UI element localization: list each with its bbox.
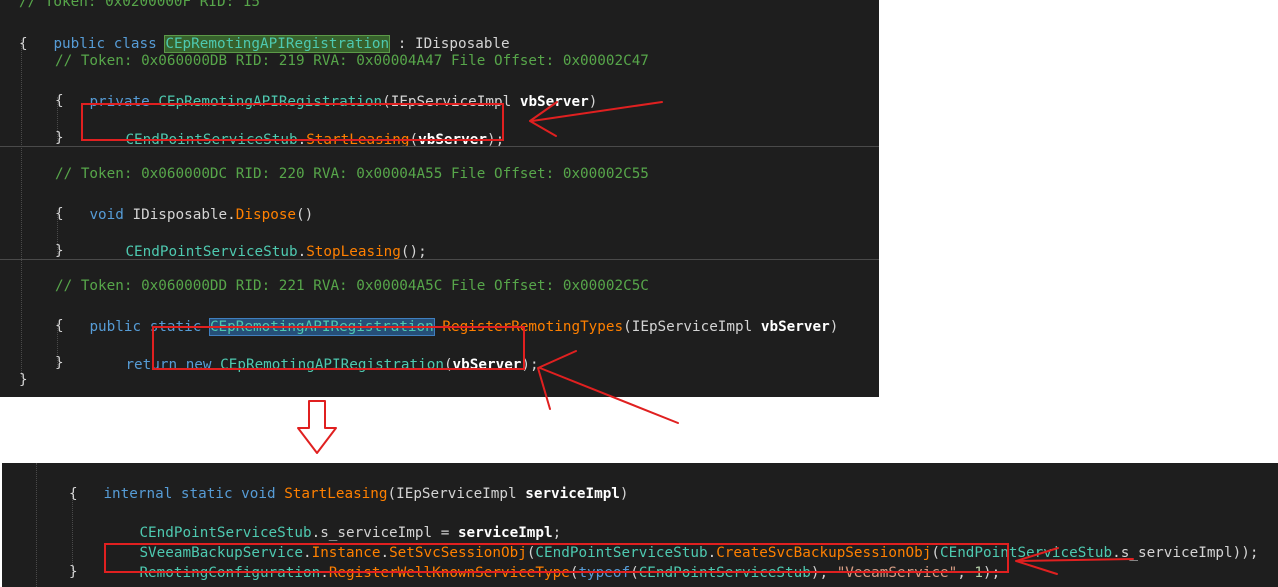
left-arrow-icon — [1015, 547, 1134, 575]
left-arrow-icon — [529, 101, 663, 137]
left-arrow-icon — [537, 350, 679, 424]
annotation-arrows — [297, 101, 1134, 575]
down-arrow-icon — [297, 400, 337, 454]
